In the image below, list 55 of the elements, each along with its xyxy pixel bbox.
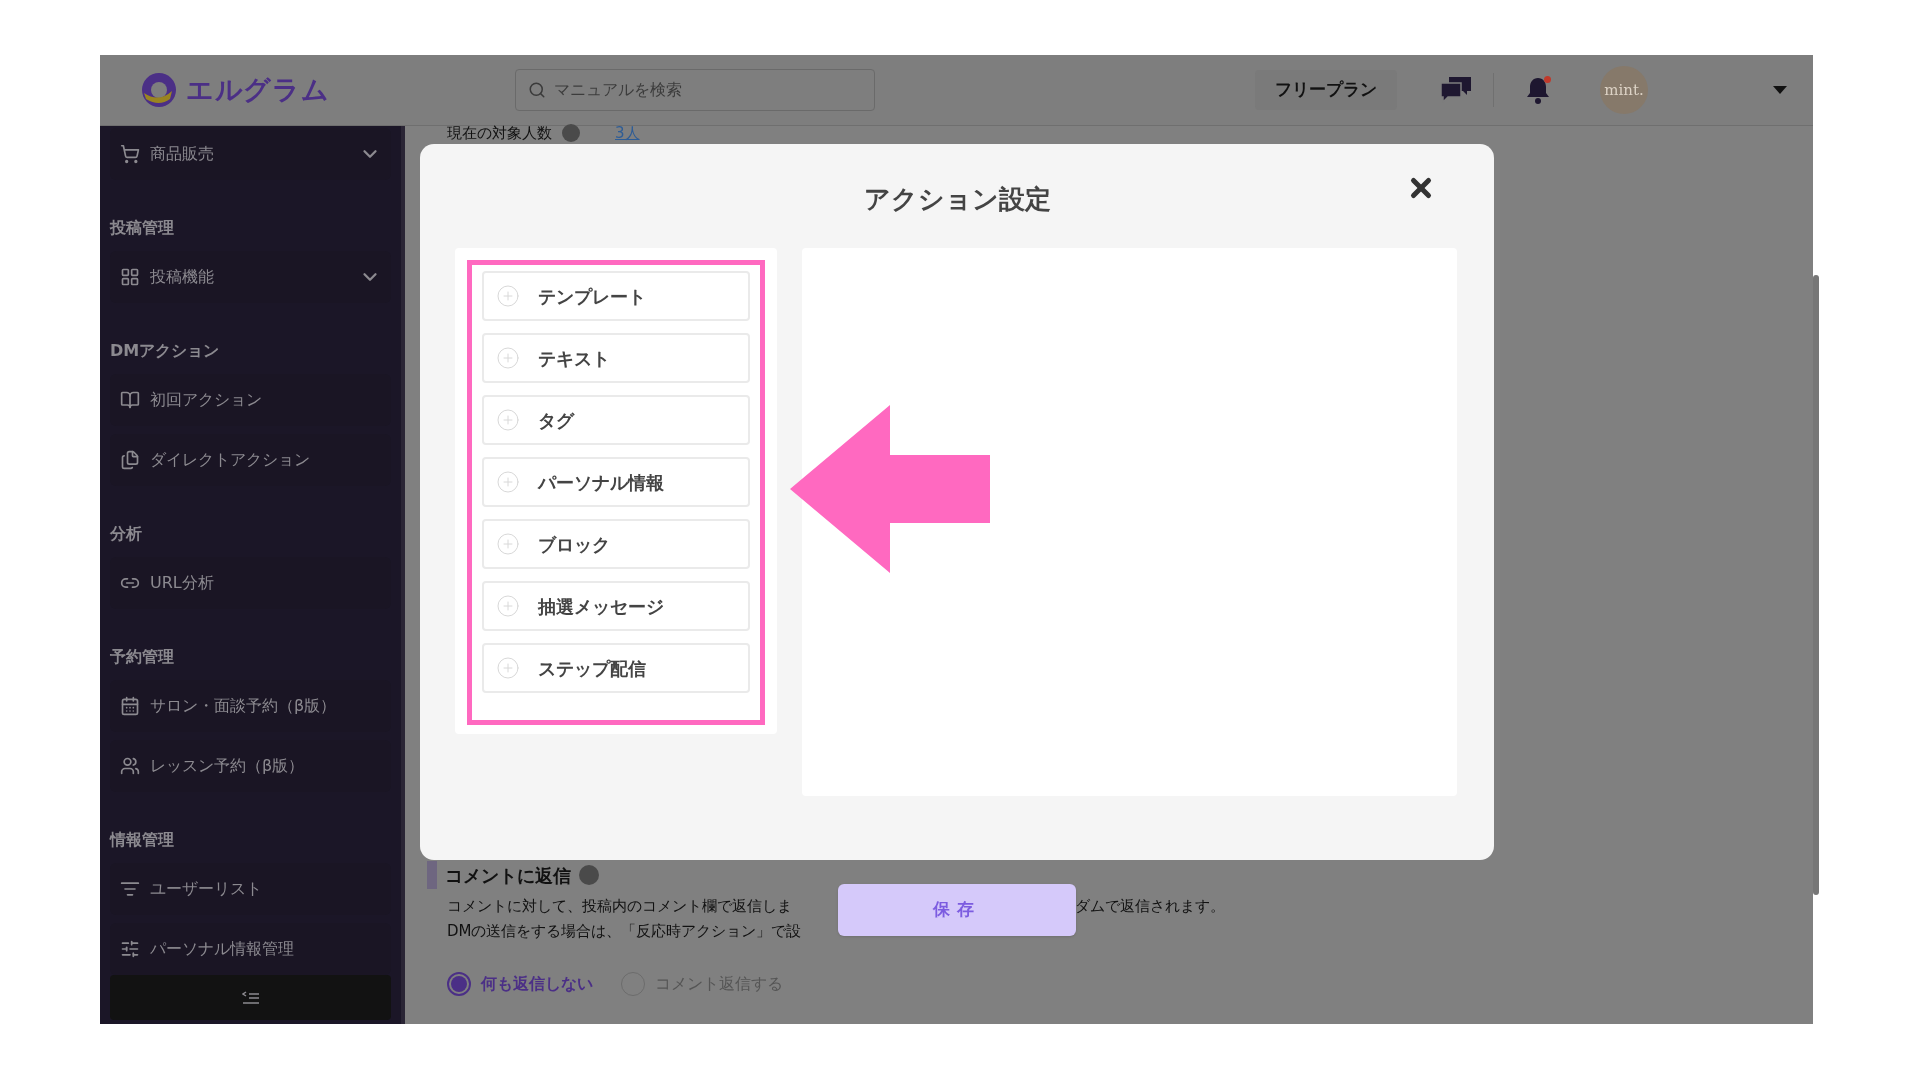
plus-icon xyxy=(496,470,520,494)
description-text: DMの送信をする場合は、「反応時アクション」で設 xyxy=(447,922,802,941)
modal-title: アクション設定 xyxy=(863,182,1051,216)
section-title: コメントに返信 xyxy=(445,863,571,888)
sidebar-heading: 投稿管理 xyxy=(110,217,175,239)
cart-icon xyxy=(120,144,140,164)
sidebar-item-label: 初回アクション xyxy=(150,389,262,411)
plus-icon xyxy=(496,656,520,680)
action-option[interactable]: 抽選メッセージ xyxy=(482,581,750,631)
plus-icon xyxy=(496,284,520,308)
collapse-icon xyxy=(241,990,260,1005)
radio-label: 何も返信しない xyxy=(481,973,593,995)
plus-icon xyxy=(496,594,520,618)
search-input[interactable]: マニュアルを検索 xyxy=(554,78,862,102)
sliders-icon xyxy=(120,939,140,959)
calendar-icon xyxy=(120,696,140,716)
action-option[interactable]: ステップ配信 xyxy=(482,643,750,693)
sidebar-item-label: ダイレクトアクション xyxy=(150,449,310,471)
plus-icon xyxy=(496,346,520,370)
sidebar-item-label: サロン・面談予約（β版） xyxy=(150,695,337,717)
action-option[interactable]: ブロック xyxy=(482,519,750,569)
count-label: 現在の対象人数 xyxy=(447,122,552,144)
radio-button[interactable] xyxy=(447,972,471,996)
people-icon xyxy=(120,756,140,776)
logo-text: エルグラム xyxy=(186,72,330,107)
sidebar-heading: 予約管理 xyxy=(110,646,175,668)
avatar[interactable]: mint. xyxy=(1600,66,1648,114)
description-text: ダムで返信されます。 xyxy=(1075,896,1225,918)
sidebar-heading: 分析 xyxy=(110,523,143,545)
sidebar-item-label: URL分析 xyxy=(150,572,214,594)
documents-icon xyxy=(120,450,140,470)
grid-icon xyxy=(120,267,140,287)
plan-button[interactable]: フリープラン xyxy=(1255,70,1397,110)
search-icon xyxy=(528,81,546,99)
logo-icon xyxy=(140,71,178,109)
bell-icon[interactable] xyxy=(1524,75,1552,105)
action-option[interactable]: タグ xyxy=(482,395,750,445)
sidebar-item-label: レッスン予約（β版） xyxy=(150,755,305,777)
action-option[interactable]: パーソナル情報 xyxy=(482,457,750,507)
action-option[interactable]: テンプレート xyxy=(482,271,750,321)
caret-icon[interactable] xyxy=(1773,86,1787,94)
sidebar-item-label: 投稿機能 xyxy=(150,266,214,288)
sidebar-heading: 情報管理 xyxy=(110,829,175,851)
action-option[interactable]: テキスト xyxy=(482,333,750,383)
search-field[interactable]: マニュアルを検索 xyxy=(515,69,875,111)
sidebar-heading: DMアクション xyxy=(110,340,221,362)
description-text: コメントに対して、投稿内のコメント欄で返信しま xyxy=(447,897,792,916)
sidebar-item-label: 商品販売 xyxy=(150,143,214,165)
plus-icon xyxy=(496,532,520,556)
plus-icon xyxy=(496,408,520,432)
save-button[interactable]: 保存 xyxy=(838,884,1076,936)
sidebar-item-label: パーソナル情報管理 xyxy=(150,938,294,960)
sidebar-item-label: ユーザーリスト xyxy=(150,878,262,900)
section-marker xyxy=(427,861,437,889)
book-icon xyxy=(120,390,140,410)
